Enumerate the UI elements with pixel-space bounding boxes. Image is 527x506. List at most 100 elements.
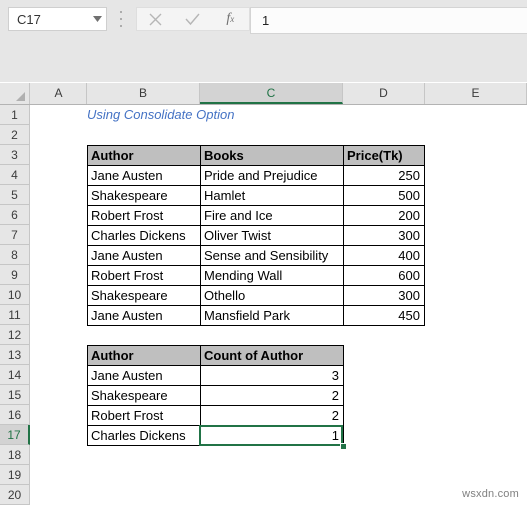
row-header-16[interactable]: 16: [0, 405, 30, 425]
th-price: Price(Tk): [343, 145, 425, 166]
table-row[interactable]: Jane Austen Sense and Sensibility 400: [87, 245, 425, 266]
cell-price[interactable]: 300: [343, 285, 425, 306]
cell-author[interactable]: Charles Dickens: [87, 225, 201, 246]
row-header-5[interactable]: 5: [0, 185, 30, 205]
column-header-c[interactable]: C: [200, 83, 343, 104]
cell-book[interactable]: Mansfield Park: [200, 305, 344, 326]
row-header-10[interactable]: 10: [0, 285, 30, 305]
table-row[interactable]: Robert Frost Fire and Ice 200: [87, 205, 425, 226]
table-row[interactable]: Robert Frost Mending Wall 600: [87, 265, 425, 286]
column-header-d[interactable]: D: [343, 83, 425, 104]
watermark-text: wsxdn.com: [462, 488, 519, 500]
cell-author[interactable]: Shakespeare: [87, 385, 201, 406]
row-header-11[interactable]: 11: [0, 305, 30, 325]
cell-book[interactable]: Fire and Ice: [200, 205, 344, 226]
row-header-7[interactable]: 7: [0, 225, 30, 245]
table-row[interactable]: Shakespeare Othello 300: [87, 285, 425, 306]
cell-price[interactable]: 450: [343, 305, 425, 326]
cell-price[interactable]: 600: [343, 265, 425, 286]
cell-author[interactable]: Robert Frost: [87, 205, 201, 226]
column-header-a[interactable]: A: [31, 83, 87, 104]
more-options-icon[interactable]: [119, 11, 123, 27]
table-row[interactable]: Robert Frost 2: [87, 405, 344, 426]
row-header-18[interactable]: 18: [0, 445, 30, 465]
formula-bar[interactable]: 1: [250, 7, 527, 34]
cancel-x-icon[interactable]: [137, 8, 174, 30]
cell-count[interactable]: 3: [200, 365, 344, 386]
confirm-check-icon[interactable]: [174, 8, 211, 30]
column-header-e[interactable]: E: [425, 83, 527, 104]
author-count-table: Author Count of Author Jane Austen 3 Sha…: [87, 345, 344, 446]
table-header-row: Author Count of Author: [87, 345, 344, 366]
row-header-4[interactable]: 4: [0, 165, 30, 185]
cell-author[interactable]: Jane Austen: [87, 165, 201, 186]
row-header-12[interactable]: 12: [0, 325, 30, 345]
column-header-row: A B C D E: [0, 83, 527, 105]
row-header-column: 1 2 3 4 5 6 7 8 9 10 11 12 13 14 15 16 1…: [0, 105, 30, 505]
select-all-triangle-icon: [16, 92, 25, 101]
row-header-2[interactable]: 2: [0, 125, 30, 145]
cell-count[interactable]: 1: [200, 425, 344, 446]
cell-count[interactable]: 2: [200, 385, 344, 406]
cell-price[interactable]: 500: [343, 185, 425, 206]
table-row[interactable]: Jane Austen Pride and Prejudice 250: [87, 165, 425, 186]
fx-insert-function-icon[interactable]: fx: [212, 8, 249, 30]
cell-author[interactable]: Robert Frost: [87, 405, 201, 426]
fill-handle[interactable]: [340, 443, 347, 450]
table-header-row: Author Books Price(Tk): [87, 145, 425, 166]
table-row[interactable]: Shakespeare Hamlet 500: [87, 185, 425, 206]
kebab-dot: [120, 18, 122, 20]
row-header-13[interactable]: 13: [0, 345, 30, 365]
cell-author[interactable]: Shakespeare: [87, 185, 201, 206]
cell-author[interactable]: Jane Austen: [87, 245, 201, 266]
table-row[interactable]: Charles Dickens Oliver Twist 300: [87, 225, 425, 246]
chevron-down-icon[interactable]: [88, 16, 106, 22]
kebab-dot: [120, 25, 122, 27]
column-header-b[interactable]: B: [87, 83, 200, 104]
row-header-20[interactable]: 20: [0, 485, 30, 505]
th-author: Author: [87, 145, 201, 166]
table-row[interactable]: Jane Austen 3: [87, 365, 344, 386]
row-header-9[interactable]: 9: [0, 265, 30, 285]
cell-author[interactable]: Shakespeare: [87, 285, 201, 306]
table-row[interactable]: Jane Austen Mansfield Park 450: [87, 305, 425, 326]
cell-book[interactable]: Oliver Twist: [200, 225, 344, 246]
table-row[interactable]: Shakespeare 2: [87, 385, 344, 406]
row-header-17[interactable]: 17: [0, 425, 30, 445]
kebab-dot: [120, 11, 122, 13]
cell-book[interactable]: Hamlet: [200, 185, 344, 206]
cell-author[interactable]: Jane Austen: [87, 365, 201, 386]
cell-book[interactable]: Sense and Sensibility: [200, 245, 344, 266]
worksheet-title-text: Using Consolidate Option: [87, 107, 235, 122]
excel-formula-toolbar: C17 fx 1: [0, 0, 527, 82]
cell-price[interactable]: 250: [343, 165, 425, 186]
cell-author[interactable]: Charles Dickens: [87, 425, 201, 446]
row-header-1[interactable]: 1: [0, 105, 30, 125]
cell-book[interactable]: Mending Wall: [200, 265, 344, 286]
name-box-value: C17: [17, 11, 41, 27]
cell-book[interactable]: Pride and Prejudice: [200, 165, 344, 186]
th-count-of-author: Count of Author: [200, 345, 344, 366]
table-row[interactable]: Charles Dickens 1: [87, 425, 344, 446]
row-header-8[interactable]: 8: [0, 245, 30, 265]
cell-price[interactable]: 200: [343, 205, 425, 226]
cell-author[interactable]: Jane Austen: [87, 305, 201, 326]
row-header-6[interactable]: 6: [0, 205, 30, 225]
name-box[interactable]: C17: [8, 7, 107, 31]
cell-price[interactable]: 400: [343, 245, 425, 266]
select-all-corner-button[interactable]: [0, 83, 30, 104]
formula-bar-value: 1: [262, 13, 270, 28]
row-header-15[interactable]: 15: [0, 385, 30, 405]
cell-count[interactable]: 2: [200, 405, 344, 426]
row-header-3[interactable]: 3: [0, 145, 30, 165]
worksheet-grid[interactable]: Using Consolidate Option Author Books Pr…: [31, 105, 527, 506]
th-author: Author: [87, 345, 201, 366]
row-header-14[interactable]: 14: [0, 365, 30, 385]
cell-book[interactable]: Othello: [200, 285, 344, 306]
cell-price[interactable]: 300: [343, 225, 425, 246]
cell-author[interactable]: Robert Frost: [87, 265, 201, 286]
book-price-table: Author Books Price(Tk) Jane Austen Pride…: [87, 145, 425, 326]
th-books: Books: [200, 145, 344, 166]
row-header-19[interactable]: 19: [0, 465, 30, 485]
formula-action-buttons: fx: [136, 7, 250, 31]
